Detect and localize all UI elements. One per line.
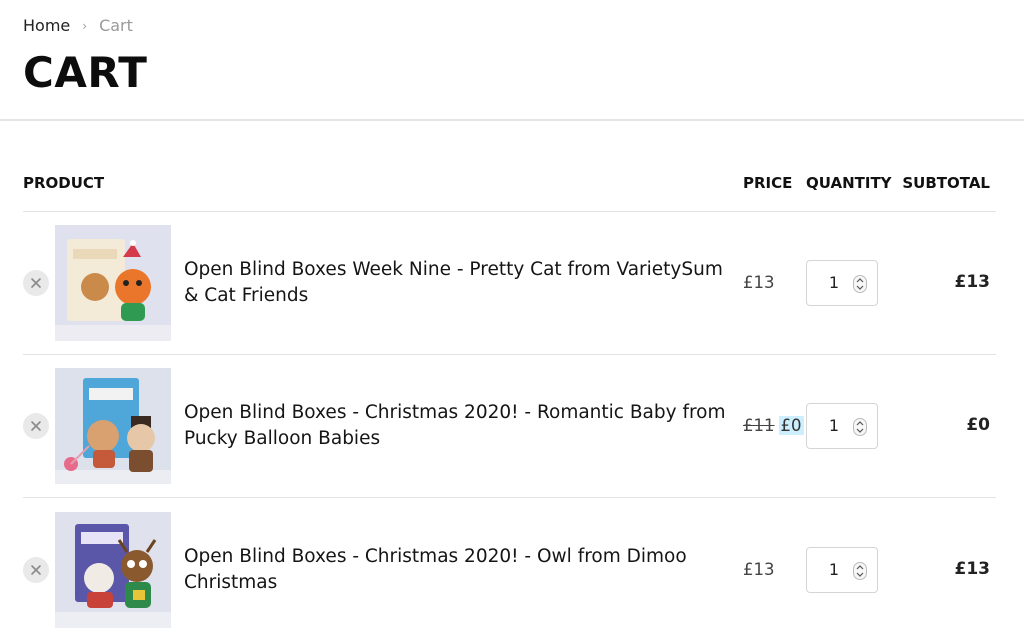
page-title: CART bbox=[23, 48, 148, 97]
remove-item-button[interactable] bbox=[23, 413, 49, 439]
spinner-arrows-icon[interactable] bbox=[853, 275, 867, 293]
remove-item-button[interactable] bbox=[23, 270, 49, 296]
close-icon bbox=[31, 421, 41, 431]
product-name-link[interactable]: Open Blind Boxes Week Nine - Pretty Cat … bbox=[184, 257, 736, 309]
product-thumbnail[interactable] bbox=[55, 368, 171, 484]
header-subtotal: SUBTOTAL bbox=[902, 174, 990, 192]
cart-table-header: PRODUCT PRICE QUANTITY SUBTOTAL bbox=[23, 174, 996, 196]
product-thumbnail[interactable] bbox=[55, 512, 171, 628]
cart-row: Open Blind Boxes - Christmas 2020! - Rom… bbox=[23, 368, 996, 484]
item-subtotal: £0 bbox=[966, 415, 990, 435]
spinner-arrows-icon[interactable] bbox=[853, 562, 867, 580]
sale-price: £0 bbox=[778, 416, 804, 435]
product-image bbox=[55, 512, 171, 628]
product-image bbox=[55, 225, 171, 341]
item-price: £13 bbox=[743, 560, 775, 579]
remove-item-button[interactable] bbox=[23, 557, 49, 583]
row-divider bbox=[23, 354, 996, 355]
item-price: £13 bbox=[743, 273, 775, 292]
close-icon bbox=[31, 278, 41, 288]
quantity-stepper[interactable]: 1 bbox=[806, 260, 878, 306]
header-divider bbox=[0, 119, 1024, 121]
cart-row: Open Blind Boxes Week Nine - Pretty Cat … bbox=[23, 225, 996, 341]
breadcrumb-separator: › bbox=[82, 18, 88, 33]
breadcrumb-current: Cart bbox=[99, 16, 133, 35]
product-name-link[interactable]: Open Blind Boxes - Christmas 2020! - Rom… bbox=[184, 400, 736, 452]
spinner-arrows-icon[interactable] bbox=[853, 418, 867, 436]
breadcrumb: Home › Cart bbox=[23, 16, 133, 35]
original-price: £11 bbox=[743, 416, 775, 435]
price-value: £13 bbox=[743, 273, 775, 292]
price-value: £13 bbox=[743, 560, 775, 579]
product-thumbnail[interactable] bbox=[55, 225, 171, 341]
item-subtotal: £13 bbox=[954, 272, 991, 292]
row-divider bbox=[23, 497, 996, 498]
close-icon bbox=[31, 565, 41, 575]
quantity-stepper[interactable]: 1 bbox=[806, 547, 878, 593]
header-quantity: QUANTITY bbox=[806, 174, 892, 192]
header-price: PRICE bbox=[743, 174, 793, 192]
item-subtotal: £13 bbox=[954, 559, 991, 579]
product-name-link[interactable]: Open Blind Boxes - Christmas 2020! - Owl… bbox=[184, 544, 736, 596]
cart-row: Open Blind Boxes - Christmas 2020! - Owl… bbox=[23, 512, 996, 628]
product-image bbox=[55, 368, 171, 484]
header-product: PRODUCT bbox=[23, 174, 105, 192]
row-divider bbox=[23, 211, 996, 212]
breadcrumb-home-link[interactable]: Home bbox=[23, 16, 70, 35]
quantity-stepper[interactable]: 1 bbox=[806, 403, 878, 449]
item-price: £11 £0 bbox=[743, 416, 804, 435]
